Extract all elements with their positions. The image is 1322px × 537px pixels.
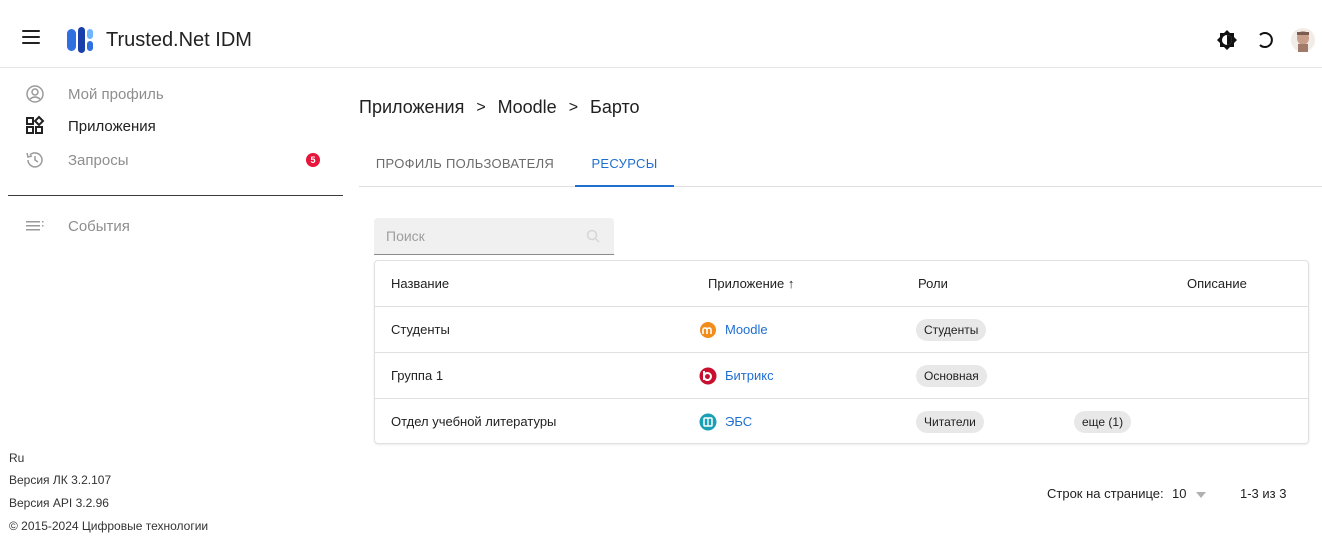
cell-application: Битрикс: [699, 353, 774, 398]
sidebar-item-label: Запросы: [68, 151, 129, 169]
breadcrumb-separator: >: [568, 98, 579, 116]
cell-roles: Основная: [916, 353, 987, 398]
search-icon[interactable]: [586, 229, 600, 243]
apps-icon: [26, 115, 45, 134]
rows-per-page-select[interactable]: 10: [1172, 486, 1207, 501]
breadcrumb-item-current: Барто: [590, 97, 640, 117]
cell-roles: Читатели: [916, 399, 984, 444]
application-link[interactable]: ЭБС: [725, 414, 752, 429]
search-input[interactable]: [374, 218, 614, 254]
column-header-name[interactable]: Название: [391, 261, 449, 306]
user-avatar[interactable]: [1291, 28, 1315, 52]
copyright: © 2015-2024 Цифровые технологии: [9, 519, 209, 533]
sidebar: [0, 68, 343, 537]
resources-table: Название Приложение ↑ Роли Описание Студ…: [374, 260, 1309, 444]
sidebar-item-applications[interactable]: Приложения: [24, 115, 156, 137]
version-lk: Версия ЛК 3.2.107: [9, 473, 112, 487]
logo-icon: [67, 27, 93, 53]
table-header: Название Приложение ↑ Роли Описание: [375, 261, 1308, 307]
theme-toggle-icon[interactable]: [1216, 29, 1238, 51]
moodle-icon: [700, 321, 716, 338]
sidebar-item-events[interactable]: События: [24, 215, 130, 237]
menu-icon[interactable]: [22, 30, 40, 50]
app-title: Trusted.Net IDM: [106, 29, 252, 51]
table-row[interactable]: Отдел учебной литературы ЭБС Читатели ещ…: [375, 399, 1308, 444]
cell-application: Moodle: [699, 307, 768, 352]
sidebar-item-label: События: [68, 217, 130, 235]
role-chip: Студенты: [916, 318, 987, 341]
rows-per-page-label: Строк на странице:: [1047, 486, 1164, 501]
sidebar-item-requests[interactable]: Запросы: [24, 149, 129, 171]
table-row[interactable]: Студенты Moodle Студенты: [375, 307, 1308, 353]
chevron-down-icon: [1196, 491, 1207, 498]
rows-per-page-value: 10: [1172, 486, 1187, 501]
history-icon: [26, 152, 43, 168]
sidebar-divider: [8, 195, 343, 196]
breadcrumb-item-applications[interactable]: Приложения: [359, 97, 464, 118]
application-link[interactable]: Moodle: [725, 322, 768, 337]
sidebar-item-my-profile[interactable]: Мой профиль: [24, 83, 164, 105]
top-app-bar: Trusted.Net IDM: [0, 12, 1322, 68]
more-roles-chip[interactable]: еще (1): [1074, 410, 1132, 433]
language-switch[interactable]: Ru: [9, 451, 24, 465]
column-header-roles[interactable]: Роли: [918, 261, 948, 306]
requests-count-badge: 5: [306, 153, 320, 167]
cell-application: ЭБС: [699, 399, 752, 444]
role-chip: Читатели: [916, 410, 984, 433]
cell-name: Студенты: [391, 322, 450, 337]
sidebar-item-label: Приложения: [68, 117, 156, 135]
cell-roles-more: еще (1): [1074, 399, 1132, 444]
breadcrumb-separator: >: [476, 98, 486, 116]
column-header-description[interactable]: Описание: [1187, 261, 1247, 306]
account-circle-icon: [26, 85, 44, 103]
pagination-range: 1-3 из 3: [1240, 486, 1287, 501]
ebs-icon: [699, 413, 717, 430]
role-chip: Основная: [916, 364, 987, 387]
column-header-application[interactable]: Приложение ↑: [708, 261, 794, 306]
cell-name: Отдел учебной литературы: [391, 414, 557, 429]
tabs: ПРОФИЛЬ ПОЛЬЗОВАТЕЛЯ РЕСУРСЫ: [359, 146, 1322, 187]
tab-user-profile[interactable]: ПРОФИЛЬ ПОЛЬЗОВАТЕЛЯ: [359, 146, 571, 187]
list-icon: [26, 221, 44, 231]
breadcrumb-item-moodle[interactable]: Moodle: [498, 97, 557, 118]
sidebar-item-label: Мой профиль: [68, 85, 164, 103]
table-row[interactable]: Группа 1 Битрикс Основная: [375, 353, 1308, 399]
cell-roles: Студенты: [916, 307, 987, 352]
refresh-icon[interactable]: [1254, 29, 1276, 51]
cell-name: Группа 1: [391, 368, 444, 383]
search-field: [374, 218, 614, 255]
bitrix-icon: [699, 367, 717, 384]
breadcrumb: Приложения > Moodle > Барто: [359, 97, 640, 118]
application-link[interactable]: Битрикс: [725, 368, 774, 383]
version-api: Версия API 3.2.96: [9, 496, 109, 510]
tab-resources[interactable]: РЕСУРСЫ: [575, 146, 674, 187]
